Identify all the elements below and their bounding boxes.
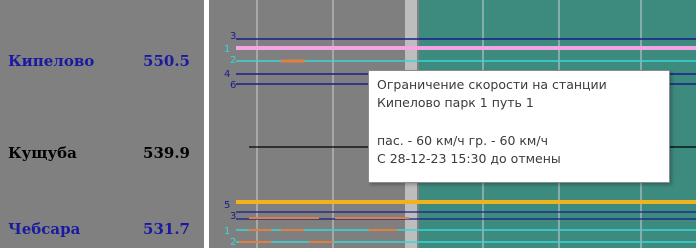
tooltip-validity: С 28-12-23 15:30 до отмены	[377, 151, 561, 166]
track-number: 3	[230, 31, 236, 42]
station-km: 550.5	[143, 52, 190, 70]
station-km: 539.9	[143, 144, 190, 162]
track-number: 6	[230, 80, 236, 91]
speed-restriction-tooltip: Ограничение скорости на станции Кипелово…	[368, 70, 670, 183]
track-number: 1	[224, 226, 230, 237]
track-number: 1	[224, 44, 230, 55]
station-name: Кущуба	[8, 144, 77, 162]
track-number: 4	[224, 69, 230, 80]
station-row-kushchuba[interactable]: Кущуба 539.9	[8, 144, 200, 164]
track-number: 2	[230, 55, 236, 66]
station-name: Кипелово	[8, 52, 95, 70]
station-name: Чебсара	[8, 220, 81, 238]
track-number-labels: 3 1 2 4 6 5 3 1 2	[224, 31, 236, 248]
station-km: 531.7	[143, 220, 190, 238]
tooltip-speed-limits: пас. - 60 км/ч гр. - 60 км/ч	[377, 133, 548, 148]
track-number: 3	[230, 211, 236, 222]
station-list-panel: Кипелово 550.5 Кущуба 539.9 Чебсара 531.…	[0, 0, 204, 248]
tooltip-location: Кипелово парк 1 путь 1	[377, 95, 534, 110]
station-row-kipelovo[interactable]: Кипелово 550.5	[8, 52, 200, 72]
tooltip-title: Ограничение скорости на станции	[377, 77, 607, 92]
track-number: 2	[230, 237, 236, 248]
track-number: 5	[224, 200, 230, 211]
station-row-chebsara[interactable]: Чебсара 531.7	[8, 220, 200, 240]
